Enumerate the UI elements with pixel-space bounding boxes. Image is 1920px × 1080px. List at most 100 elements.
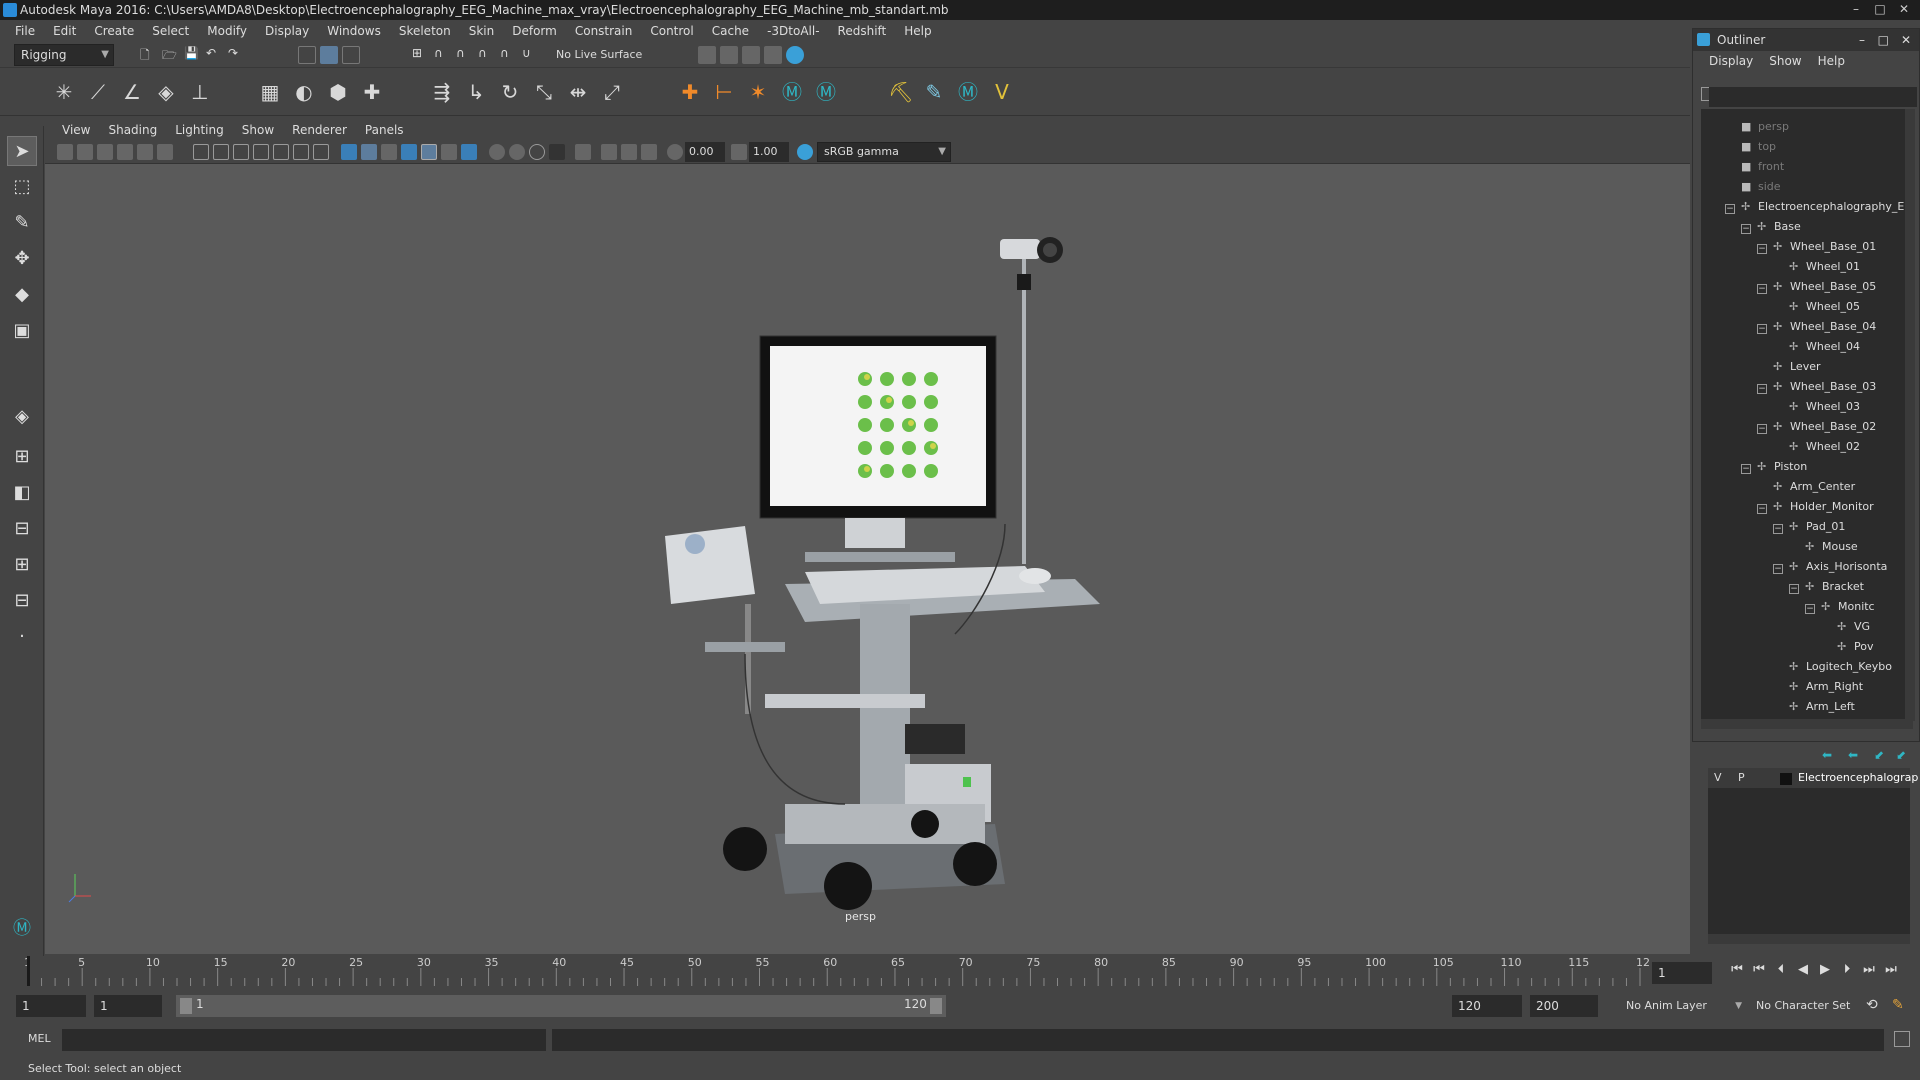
live-surface-label[interactable]: No Live Surface: [556, 48, 642, 61]
menu-display[interactable]: Display: [256, 24, 318, 38]
gate-mask-icon[interactable]: [253, 144, 269, 160]
snap-point-icon[interactable]: ∩: [456, 46, 474, 64]
side-by-side-icon[interactable]: ◧: [7, 478, 37, 508]
camera-select-icon[interactable]: [57, 144, 73, 160]
expand-toggle-icon[interactable]: −: [1757, 284, 1767, 294]
v-tool-icon[interactable]: V: [990, 80, 1014, 104]
expand-toggle-icon[interactable]: −: [1773, 564, 1783, 574]
outliner-persp-icon[interactable]: ⊟: [7, 514, 37, 544]
range-start-handle[interactable]: [180, 998, 192, 1014]
close-button[interactable]: ✕: [1892, 0, 1916, 20]
outliner-node[interactable]: ✢ Lever: [1757, 357, 1821, 377]
outliner-menu-display[interactable]: Display: [1701, 51, 1761, 71]
panel-menu-shading[interactable]: Shading: [99, 123, 166, 137]
time-slider[interactable]: 1510152025303540455055606570758085909510…: [0, 956, 1690, 986]
outliner-node[interactable]: − ✢ Wheel_Base_05: [1757, 277, 1876, 297]
four-view-icon[interactable]: ⊞: [7, 442, 37, 472]
anti-alias-icon[interactable]: [529, 144, 545, 160]
outliner-node[interactable]: ✢ Wheel_01: [1773, 257, 1860, 277]
expand-toggle-icon[interactable]: −: [1741, 224, 1751, 234]
field-chart-icon[interactable]: [273, 144, 289, 160]
minimize-button[interactable]: –: [1859, 29, 1865, 51]
current-frame-field[interactable]: 1: [1652, 962, 1712, 984]
menu-cache[interactable]: Cache: [703, 24, 758, 38]
exposure-field[interactable]: 0.00: [685, 142, 725, 162]
isolate-select-icon[interactable]: [575, 144, 591, 160]
color-space-dropdown[interactable]: sRGB gamma ▼: [817, 142, 951, 162]
lasso-tool-icon[interactable]: ⬚: [7, 172, 37, 202]
maximize-button[interactable]: □: [1868, 0, 1892, 20]
custom-layout-icon[interactable]: ·: [7, 622, 37, 652]
parent-constraint-icon[interactable]: ⇹: [566, 80, 590, 104]
select-object-icon[interactable]: [320, 46, 338, 64]
scale-constraint-icon[interactable]: ⤡: [532, 80, 556, 104]
outliner-node[interactable]: ■ side: [1725, 177, 1781, 197]
outliner-vscrollbar[interactable]: [1905, 109, 1915, 721]
render-view-icon[interactable]: [764, 46, 782, 64]
auto-key-icon[interactable]: ⟲: [1866, 997, 1878, 1013]
grease-pencil-icon[interactable]: [157, 144, 173, 160]
menu-skeleton[interactable]: Skeleton: [390, 24, 460, 38]
preferences-icon[interactable]: ✎: [1892, 997, 1904, 1013]
layer-playback-toggle[interactable]: P: [1738, 771, 1745, 784]
skin-bind-icon[interactable]: ⛏: [888, 80, 913, 104]
expand-toggle-icon[interactable]: −: [1757, 324, 1767, 334]
outliner-node[interactable]: − ✢ Piston: [1741, 457, 1807, 477]
outliner-node[interactable]: − ✢ Wheel_Base_01: [1757, 237, 1876, 257]
outliner-node[interactable]: ✢ Pov: [1821, 637, 1873, 657]
orient-joint-icon[interactable]: ⊥: [188, 80, 212, 104]
anim-layer-dropdown[interactable]: No Anim Layer ▼: [1620, 995, 1746, 1017]
new-scene-icon[interactable]: 🗋: [140, 46, 158, 64]
orient-constraint-icon[interactable]: ↻: [498, 80, 522, 104]
playback-end-field[interactable]: 120: [1452, 995, 1522, 1017]
depth-of-field-icon[interactable]: [549, 144, 565, 160]
panel-menu-view[interactable]: View: [53, 123, 99, 137]
render-settings-icon[interactable]: [698, 46, 716, 64]
expand-toggle-icon[interactable]: −: [1757, 244, 1767, 254]
outliner-node[interactable]: − ✢ Base: [1741, 217, 1801, 237]
menu-constrain[interactable]: Constrain: [566, 24, 642, 38]
layer-color-swatch[interactable]: [1780, 773, 1792, 785]
expand-toggle-icon[interactable]: −: [1805, 604, 1815, 614]
hypershade-persp-icon[interactable]: ⊟: [7, 586, 37, 616]
two-d-pan-icon[interactable]: [137, 144, 153, 160]
layer-row[interactable]: V P Electroencephalograp: [1708, 768, 1918, 788]
go-to-end-icon[interactable]: ⏭: [1882, 960, 1900, 980]
play-forward-icon[interactable]: ▶: [1816, 960, 1834, 980]
outliner-menu-help[interactable]: Help: [1810, 51, 1853, 71]
outliner-node[interactable]: ■ persp: [1725, 117, 1789, 137]
range-slider[interactable]: 1 120: [176, 995, 946, 1017]
outliner-node[interactable]: − ✢ Electroencephalography_E: [1725, 197, 1904, 217]
outliner-node[interactable]: ✢ Arm_Left: [1773, 697, 1855, 717]
expand-toggle-icon[interactable]: −: [1757, 384, 1767, 394]
outliner-node[interactable]: ✢ Arm_Center: [1757, 477, 1855, 497]
xray-components-icon[interactable]: [641, 144, 657, 160]
ik-spline-icon[interactable]: ∠: [120, 80, 144, 104]
xray-icon[interactable]: [601, 144, 617, 160]
bind-skin-icon[interactable]: ▦: [258, 80, 282, 104]
menu-modify[interactable]: Modify: [198, 24, 256, 38]
play-backward-icon[interactable]: ◀: [1794, 960, 1812, 980]
start-time-field[interactable]: 1: [16, 995, 86, 1017]
outliner-node[interactable]: − ✢ Wheel_Base_02: [1757, 417, 1876, 437]
maximize-button[interactable]: □: [1878, 29, 1889, 51]
script-language-label[interactable]: MEL: [28, 1032, 51, 1045]
menu-create[interactable]: Create: [85, 24, 143, 38]
single-view-icon[interactable]: ◈: [7, 402, 37, 432]
locator-icon[interactable]: ✚: [678, 80, 702, 104]
outliner-node[interactable]: ✢ Arm_Right: [1773, 677, 1863, 697]
snap-grid-icon[interactable]: ⊞: [412, 46, 430, 64]
rotate-tool-icon[interactable]: ◆: [7, 280, 37, 310]
aim-constraint-icon[interactable]: ↳: [464, 80, 488, 104]
lattice-icon[interactable]: ⬢: [326, 80, 350, 104]
select-component-icon[interactable]: [342, 46, 360, 64]
wireframe-on-shaded-icon[interactable]: [401, 144, 417, 160]
menuset-dropdown[interactable]: Rigging ▼: [14, 44, 114, 66]
use-all-lights-icon[interactable]: [441, 144, 457, 160]
mirror-joint-icon[interactable]: ◈: [154, 80, 178, 104]
exposure-icon[interactable]: [667, 144, 683, 160]
new-layer-icon[interactable]: ⬋: [1874, 748, 1884, 762]
layer-move-up-icon[interactable]: ⬅: [1822, 748, 1832, 762]
render-frame-icon[interactable]: [720, 46, 738, 64]
command-input[interactable]: [62, 1029, 546, 1051]
